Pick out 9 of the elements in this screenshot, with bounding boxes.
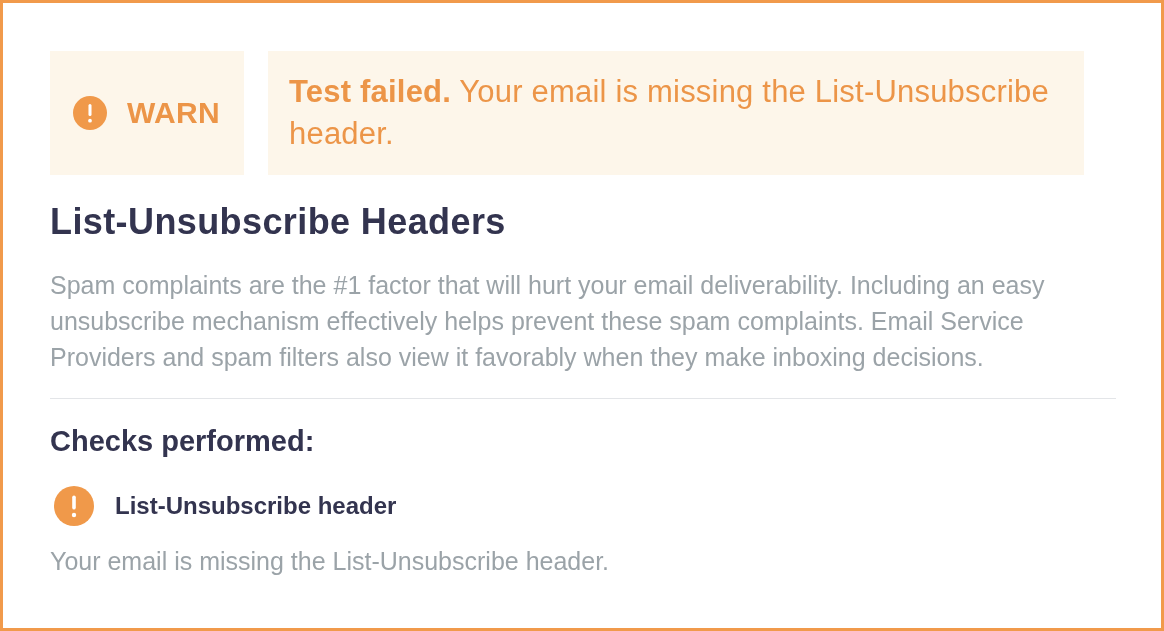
- checks-heading: Checks performed:: [50, 424, 315, 459]
- result-message: Test failed. Your email is missing the List-Unsubscribe header.: [289, 73, 1050, 153]
- check-detail: Your email is missing the List-Unsubscribe header.: [50, 546, 610, 577]
- exclamation-circle-icon: [54, 486, 94, 526]
- section-description: Spam complaints are the #1 factor that will hurt your email deliverability. Including an easy unsubscribe mechanism effectively helps prevent these spam complaints. Email Service Providers and spam filters also view it favorably when they make inboxing decisions.: [50, 270, 1046, 373]
- check-name: List-Unsubscribe header: [115, 492, 397, 520]
- section-title: List-Unsubscribe Headers: [50, 200, 506, 244]
- status-label: WARN: [127, 96, 220, 130]
- exclamation-circle-icon: [73, 96, 107, 130]
